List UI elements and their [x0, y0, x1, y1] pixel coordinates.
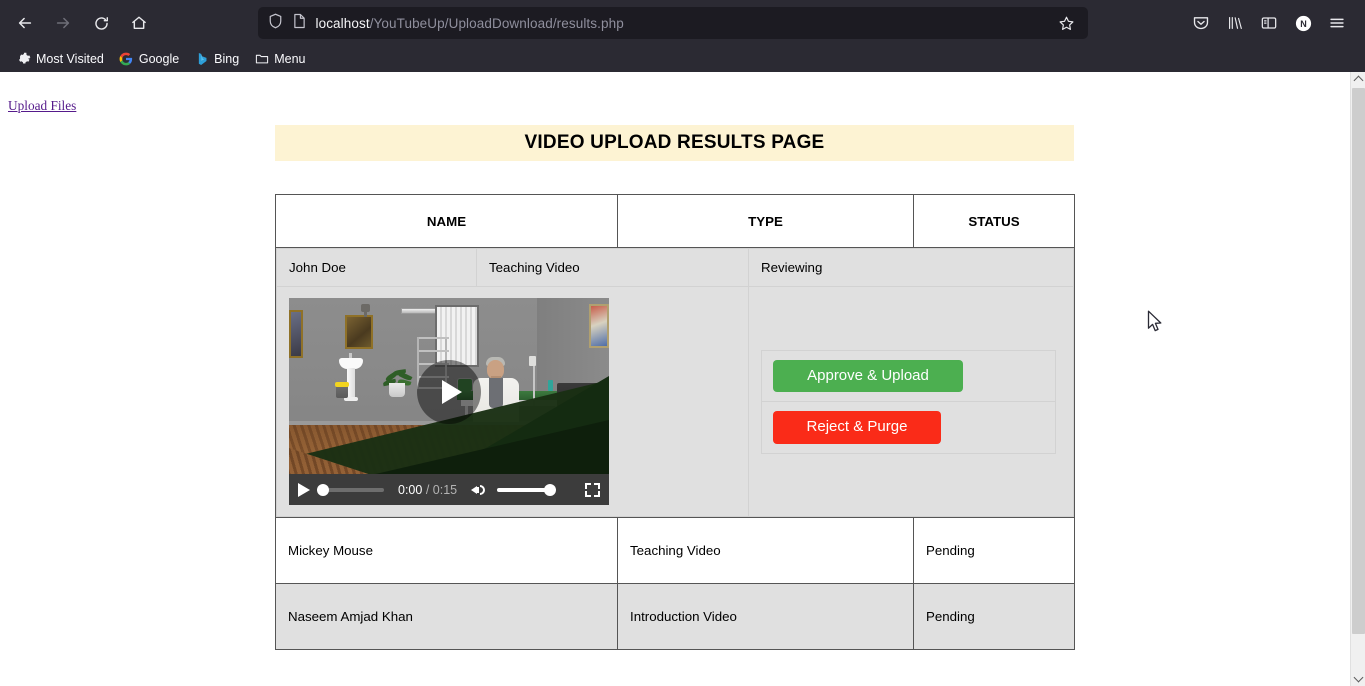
column-header-status: STATUS: [913, 194, 1075, 248]
table-header-row: NAME TYPE STATUS: [275, 194, 1075, 248]
cell-type: Teaching Video: [476, 248, 749, 287]
seek-handle[interactable]: [317, 483, 329, 496]
duration: 0:15: [432, 482, 458, 497]
table-row: Naseem Amjad Khan Introduction Video Pen…: [275, 583, 1075, 650]
current-time: 0:00: [398, 482, 423, 497]
bookmark-most-visited[interactable]: Most Visited: [10, 49, 110, 70]
cell-name: Mickey Mouse: [275, 517, 618, 584]
time-separator: /: [425, 482, 430, 497]
page-title-banner: VIDEO UPLOAD RESULTS PAGE: [275, 125, 1074, 161]
address-bar[interactable]: localhost/YouTubeUp/UploadDownload/resul…: [257, 7, 1088, 39]
results-container: VIDEO UPLOAD RESULTS PAGE NAME TYPE STAT…: [275, 125, 1075, 650]
bookmark-label: Most Visited: [36, 52, 104, 66]
fullscreen-icon[interactable]: [585, 482, 600, 497]
page-icon[interactable]: [293, 13, 306, 34]
column-header-name: NAME: [275, 194, 618, 248]
column-header-type: TYPE: [617, 194, 914, 248]
time-display: 0:00 / 0:15: [398, 483, 457, 497]
volume-icon[interactable]: [471, 483, 487, 497]
approve-cell: Approve & Upload: [761, 349, 1056, 402]
bookmark-label: Menu: [274, 52, 306, 66]
cell-type: Teaching Video: [617, 517, 914, 584]
cell-status: Pending: [913, 517, 1075, 584]
volume-handle[interactable]: [544, 483, 557, 496]
seek-slider[interactable]: [317, 483, 384, 496]
table-row-expanded: John Doe Teaching Video Reviewing 0:00 /…: [275, 247, 1075, 518]
cell-type: Introduction Video: [617, 583, 914, 650]
scrollbar-thumb[interactable]: [1352, 88, 1365, 634]
navigation-toolbar: localhost/YouTubeUp/UploadDownload/resul…: [0, 0, 1365, 46]
page-viewport: Upload Files VIDEO UPLOAD RESULTS PAGE N…: [0, 72, 1365, 686]
results-table: NAME TYPE STATUS John Doe Teaching Video…: [275, 194, 1075, 650]
browser-chrome: localhost/YouTubeUp/UploadDownload/resul…: [0, 0, 1365, 72]
bookmark-menu-folder[interactable]: Menu: [248, 49, 311, 70]
cell-status: Pending: [913, 583, 1075, 650]
back-button[interactable]: [8, 6, 42, 40]
page-content: Upload Files VIDEO UPLOAD RESULTS PAGE N…: [0, 72, 1350, 686]
home-button[interactable]: [122, 6, 156, 40]
play-button[interactable]: [298, 482, 310, 497]
table-row: Mickey Mouse Teaching Video Pending: [275, 517, 1075, 584]
chevron-down-icon: [1353, 672, 1364, 683]
expanded-row-media: 0:00 / 0:15 Approve & Upload Reject & Pu…: [276, 286, 1074, 517]
folder-icon: [254, 52, 269, 67]
video-player[interactable]: 0:00 / 0:15: [289, 298, 609, 505]
toolbar-right-icons: N: [1185, 7, 1357, 39]
video-controls: 0:00 / 0:15: [289, 474, 609, 505]
bookmark-bing[interactable]: Bing: [188, 49, 245, 70]
menu-icon[interactable]: [1321, 7, 1353, 39]
sidebar-icon[interactable]: [1253, 7, 1285, 39]
actions-table: Approve & Upload Reject & Purge: [761, 349, 1056, 454]
urlbar-icons: [268, 13, 306, 34]
reject-cell: Reject & Purge: [761, 401, 1056, 454]
bookmark-google[interactable]: Google: [113, 49, 185, 70]
library-icon[interactable]: [1219, 7, 1251, 39]
scroll-up-button[interactable]: [1351, 72, 1365, 87]
pocket-icon[interactable]: [1185, 7, 1217, 39]
bing-icon: [194, 52, 209, 67]
account-icon[interactable]: N: [1287, 7, 1319, 39]
video-cell: 0:00 / 0:15: [276, 286, 749, 517]
approve-row: Approve & Upload: [761, 349, 1056, 402]
approve-upload-button[interactable]: Approve & Upload: [773, 359, 963, 392]
bookmark-star-button[interactable]: [1052, 8, 1082, 38]
volume-slider[interactable]: [497, 483, 557, 496]
reject-row: Reject & Purge: [761, 401, 1056, 454]
chevron-up-icon: [1353, 75, 1364, 86]
cell-name: Naseem Amjad Khan: [275, 583, 618, 650]
google-icon: [119, 52, 134, 67]
cell-status: Reviewing: [748, 248, 1074, 287]
shield-icon[interactable]: [268, 13, 283, 34]
page-title: VIDEO UPLOAD RESULTS PAGE: [524, 132, 825, 153]
url-text[interactable]: localhost/YouTubeUp/UploadDownload/resul…: [316, 16, 1052, 31]
bookmark-label: Google: [138, 52, 180, 66]
reject-purge-button[interactable]: Reject & Purge: [773, 411, 941, 444]
expanded-row-table: John Doe Teaching Video Reviewing 0:00 /…: [276, 248, 1074, 517]
play-icon: [442, 380, 462, 404]
gear-icon: [16, 52, 31, 67]
bookmarks-bar: Most Visited Google Bing Menu: [0, 46, 1365, 72]
cell-name: John Doe: [276, 248, 477, 287]
expanded-row-cell: John Doe Teaching Video Reviewing 0:00 /…: [275, 247, 1075, 518]
expanded-row-info: John Doe Teaching Video Reviewing: [276, 248, 1074, 287]
svg-text:N: N: [1300, 19, 1307, 29]
browser-window: localhost/YouTubeUp/UploadDownload/resul…: [0, 0, 1365, 686]
bookmark-label: Bing: [214, 52, 240, 66]
url-path: /YouTubeUp/UploadDownload/results.php: [369, 15, 624, 31]
url-host: localhost: [315, 15, 370, 31]
actions-cell: Approve & Upload Reject & Purge: [748, 286, 1074, 517]
reload-button[interactable]: [84, 6, 118, 40]
urlbar-container: localhost/YouTubeUp/UploadDownload/resul…: [160, 7, 1185, 39]
play-overlay-button[interactable]: [417, 360, 481, 424]
upload-files-link[interactable]: Upload Files: [8, 98, 76, 114]
scroll-down-button[interactable]: [1351, 671, 1365, 686]
forward-button[interactable]: [46, 6, 80, 40]
page-scrollbar[interactable]: [1350, 72, 1365, 686]
